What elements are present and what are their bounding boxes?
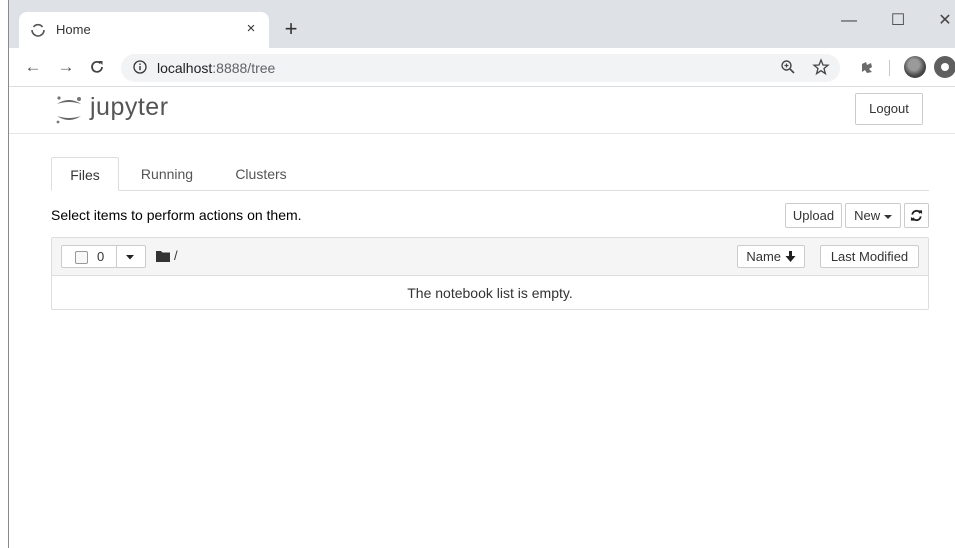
tab-clusters[interactable]: Clusters <box>222 157 300 191</box>
select-group-divider <box>116 245 117 268</box>
close-window-button[interactable]: ✕ <box>930 8 955 34</box>
jupyter-logo-text[interactable]: jupyter <box>90 92 169 122</box>
new-tab-button[interactable]: + <box>279 17 303 41</box>
tab-files[interactable]: Files <box>51 157 119 191</box>
zoom-icon[interactable] <box>780 59 796 75</box>
refresh-button[interactable] <box>904 203 929 228</box>
maximize-button[interactable]: ☐ <box>883 8 913 34</box>
sort-name-label: Name <box>746 249 782 264</box>
upload-button[interactable]: Upload <box>785 203 842 228</box>
select-menu-caret-icon[interactable] <box>123 250 137 264</box>
profile-avatar[interactable] <box>904 56 926 78</box>
back-button[interactable]: ← <box>22 56 44 78</box>
reload-icon[interactable] <box>89 59 105 75</box>
empty-list-message: The notebook list is empty. <box>407 285 573 301</box>
sort-by-name-button[interactable]: Name <box>737 245 805 268</box>
loading-favicon-icon <box>31 23 45 37</box>
extension-circle-icon[interactable] <box>934 56 955 78</box>
toolbar-separator <box>889 60 890 76</box>
select-all-checkbox[interactable] <box>75 251 88 264</box>
arrow-down-icon <box>785 251 796 263</box>
minimize-button[interactable]: — <box>834 8 864 34</box>
new-dropdown-button[interactable]: New <box>845 203 901 228</box>
refresh-icon <box>910 210 923 222</box>
info-icon[interactable] <box>133 60 147 74</box>
breadcrumb-path[interactable]: / <box>174 248 178 264</box>
selected-count: 0 <box>97 249 105 264</box>
url-text[interactable]: localhost:8888/tree <box>157 59 275 77</box>
new-label: New <box>854 208 881 223</box>
instructions-text: Select items to perform actions on them. <box>51 207 302 223</box>
folder-icon <box>156 251 170 262</box>
forward-button[interactable]: → <box>55 56 77 78</box>
tab-close-icon[interactable]: × <box>241 19 261 39</box>
tab-running[interactable]: Running <box>128 157 206 191</box>
tab-title: Home <box>56 22 91 37</box>
jupyter-logo-icon[interactable] <box>54 94 84 126</box>
url-path: :8888/tree <box>212 60 276 76</box>
star-icon[interactable] <box>812 58 830 76</box>
caret-down-icon <box>883 214 892 219</box>
url-host: localhost <box>157 60 213 76</box>
extension-icon[interactable] <box>858 59 876 77</box>
sort-by-last-modified-button[interactable]: Last Modified <box>820 245 919 268</box>
logout-button[interactable]: Logout <box>855 93 923 125</box>
